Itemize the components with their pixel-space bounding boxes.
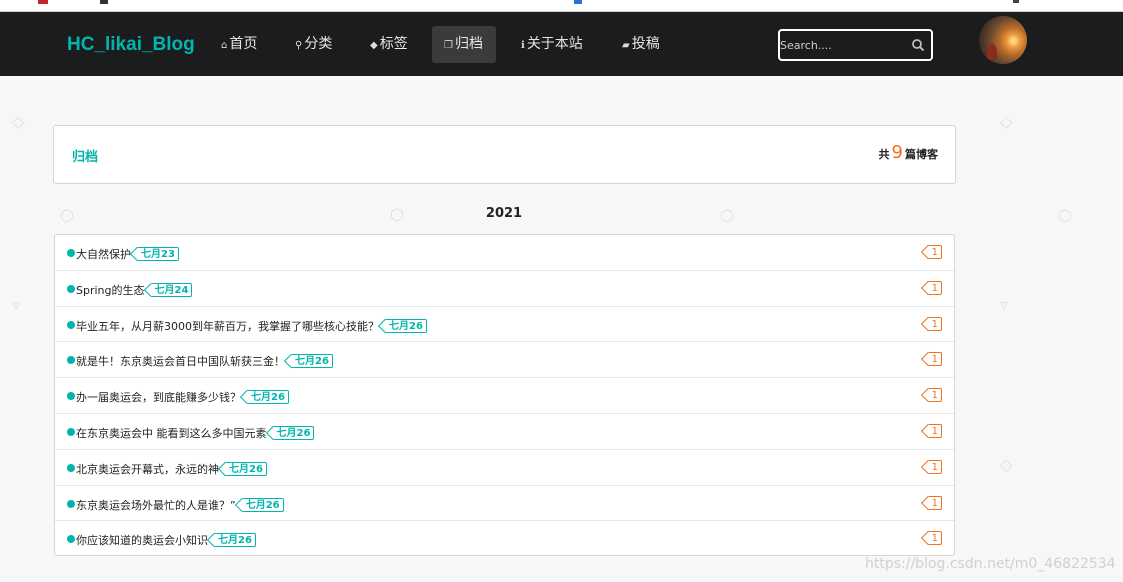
clone-icon: ❐ (444, 40, 453, 51)
nav-item-label: 关于本站 (526, 36, 583, 52)
post-count-suffix: 篇博客 (905, 148, 938, 161)
map-pin-icon: ⚲ (295, 40, 303, 51)
archive-post-list: 大自然保护 七月23 1 Spring的生态 七月24 1 毕业五年，从月薪3000… (54, 234, 955, 556)
post-title-link[interactable]: Spring的生态 (76, 284, 145, 297)
avatar[interactable] (979, 16, 1027, 64)
nav-item-label: 归档 (454, 36, 483, 52)
list-item[interactable]: 办一届奥运会，到底能赚多少钱？ 七月26 1 (55, 378, 954, 414)
post-title-link[interactable]: 北京奥运会开幕式，永远的神 (76, 463, 219, 476)
bullet-dot-icon (67, 535, 75, 544)
comment-count-tag: 1 (927, 531, 942, 546)
browser-tab-mark (100, 0, 108, 4)
search-box (778, 29, 933, 61)
page-title: 归档 (72, 150, 99, 165)
watermark-text: https://blog.csdn.net/m0_46822534 (865, 556, 1116, 572)
top-navbar: HC_likai_Blog ⌂ 首页 ⚲ 分类 ◆ 标签 ❐ 归档 ℹ 关于本站 ▰ 投稿 (0, 12, 1123, 76)
date-tag: 七月26 (272, 425, 315, 440)
post-count: 共 9 篇博客 (879, 142, 938, 163)
book-icon: ▰ (622, 40, 630, 51)
list-item[interactable]: 在东京奥运会中 能看到这么多中国元素 七月26 1 (55, 414, 954, 450)
post-title-link[interactable]: 就是牛！东京奥运会首日中国队斩获三金！ (76, 355, 285, 368)
post-count-number: 9 (891, 142, 903, 163)
comment-count-tag: 1 (927, 352, 942, 367)
browser-tab-mark (38, 0, 48, 4)
comment-count-tag: 1 (927, 316, 942, 331)
comment-count-tag: 1 (927, 280, 942, 295)
nav-item-label: 投稿 (631, 36, 660, 52)
background-decoration: ◇ (1000, 455, 1013, 474)
background-decoration: ▿ (12, 295, 21, 314)
bullet-dot-icon (67, 463, 75, 472)
date-tag: 七月26 (241, 497, 284, 512)
comment-count-tag: 1 (927, 459, 942, 474)
post-title-link[interactable]: 东京奥运会场外最忙的人是谁？” (76, 499, 236, 512)
post-title-link[interactable]: 毕业五年，从月薪3000到年薪百万，我掌握了哪些核心技能？ (76, 320, 379, 333)
search-icon[interactable] (911, 38, 925, 52)
nav-item-categories[interactable]: ⚲ 分类 (283, 26, 344, 63)
list-item[interactable]: 东京奥运会场外最忙的人是谁？” 七月26 1 (55, 486, 954, 522)
list-item[interactable]: Spring的生态 七月24 1 (55, 271, 954, 307)
home-icon: ⌂ (221, 40, 228, 51)
post-title-link[interactable]: 在东京奥运会中 能看到这么多中国元素 (76, 427, 267, 440)
nav-item-archive[interactable]: ❐ 归档 (432, 26, 496, 63)
nav-item-about[interactable]: ℹ 关于本站 (509, 26, 595, 63)
bullet-dot-icon (67, 499, 75, 508)
post-title-link[interactable]: 办一届奥运会，到底能赚多少钱？ (76, 391, 241, 404)
bullet-dot-icon (67, 249, 75, 257)
date-tag: 七月26 (247, 390, 289, 405)
comment-count-tag: 1 (927, 495, 942, 510)
comment-count-tag: 1 (927, 423, 942, 438)
nav-item-label: 分类 (304, 36, 333, 52)
background-decoration: ◇ (1000, 112, 1013, 131)
bullet-dot-icon (67, 356, 75, 365)
bullet-dot-icon (67, 427, 75, 436)
post-count-prefix: 共 (878, 148, 890, 161)
archive-year: 2021 (485, 206, 523, 221)
date-tag: 七月26 (385, 318, 427, 333)
info-icon: ℹ (521, 40, 525, 51)
post-title-link[interactable]: 大自然保护 (76, 248, 131, 261)
comment-count-tag: 1 (927, 388, 942, 403)
list-item[interactable]: 大自然保护 七月23 1 (55, 235, 954, 271)
date-tag: 七月26 (214, 533, 256, 548)
date-tag: 七月24 (150, 282, 193, 297)
list-item[interactable]: 毕业五年，从月薪3000到年薪百万，我掌握了哪些核心技能？ 七月26 1 (55, 307, 954, 343)
nav-item-label: 首页 (229, 36, 258, 52)
search-input[interactable] (780, 31, 910, 59)
background-decoration: ▿ (1000, 295, 1009, 314)
nav-item-label: 标签 (379, 36, 408, 52)
nav-item-submit[interactable]: ▰ 投稿 (610, 26, 672, 63)
site-brand[interactable]: HC_likai_Blog (67, 34, 195, 56)
date-tag: 七月26 (225, 461, 267, 476)
background-decoration: ○ (1058, 205, 1072, 224)
browser-top-strip (0, 0, 1123, 12)
post-title-link[interactable]: 你应该知道的奥运会小知识 (76, 534, 208, 547)
browser-tab-mark (574, 0, 582, 4)
list-item[interactable]: 就是牛！东京奥运会首日中国队斩获三金！ 七月26 1 (55, 342, 954, 379)
bullet-dot-icon (67, 320, 75, 329)
date-tag: 七月26 (291, 354, 333, 369)
list-item[interactable]: 你应该知道的奥运会小知识 七月26 1 (55, 521, 954, 557)
list-item[interactable]: 北京奥运会开幕式，永远的神 七月26 1 (55, 450, 954, 486)
bullet-dot-icon (67, 284, 75, 293)
tags-icon: ◆ (370, 40, 378, 51)
nav-item-home[interactable]: ⌂ 首页 (209, 26, 269, 63)
archive-header-card: 归档 共 9 篇博客 (53, 125, 956, 184)
bullet-dot-icon (67, 392, 75, 401)
comment-count-tag: 1 (927, 245, 942, 259)
nav-item-tags[interactable]: ◆ 标签 (358, 26, 420, 63)
date-tag: 七月23 (137, 247, 179, 261)
browser-tab-mark (1013, 0, 1019, 3)
background-decoration: ◇ (12, 112, 25, 131)
